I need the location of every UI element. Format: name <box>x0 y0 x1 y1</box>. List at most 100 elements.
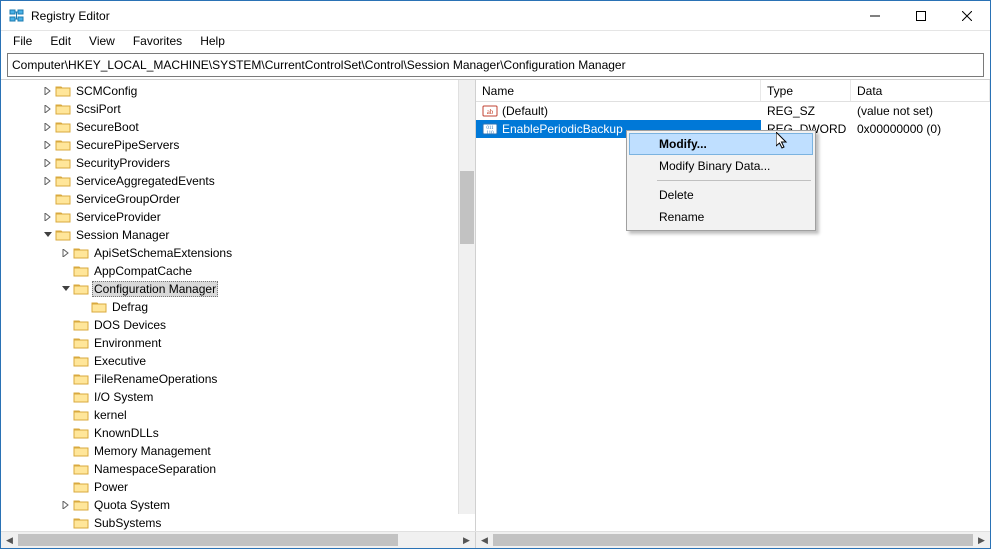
value-name: EnablePeriodicBackup <box>502 122 623 136</box>
tree-item[interactable]: ServiceProvider <box>1 208 475 226</box>
tree-item[interactable]: DOS Devices <box>1 316 475 334</box>
expand-arrow-icon[interactable] <box>41 138 55 152</box>
tree-item-label: ServiceAggregatedEvents <box>74 174 217 188</box>
tree-item-label: AppCompatCache <box>92 264 194 278</box>
folder-icon <box>73 282 89 296</box>
scroll-right-icon[interactable]: ▶ <box>973 532 990 549</box>
tree-horizontal-scrollbar[interactable]: ◀ ▶ <box>1 532 476 548</box>
minimize-button[interactable] <box>852 1 898 31</box>
folder-icon <box>73 246 89 260</box>
expand-arrow-icon[interactable] <box>41 84 55 98</box>
tree-item[interactable]: ServiceAggregatedEvents <box>1 172 475 190</box>
context-menu-item[interactable]: Rename <box>629 206 813 228</box>
column-header-type[interactable]: Type <box>761 80 851 101</box>
folder-icon <box>55 210 71 224</box>
menu-help[interactable]: Help <box>192 32 233 50</box>
folder-icon <box>73 336 89 350</box>
tree-item-label: Executive <box>92 354 148 368</box>
scroll-left-icon[interactable]: ◀ <box>1 532 18 549</box>
tree-item[interactable]: FileRenameOperations <box>1 370 475 388</box>
tree-item[interactable]: SCMConfig <box>1 82 475 100</box>
menu-favorites[interactable]: Favorites <box>125 32 190 50</box>
tree-item[interactable]: kernel <box>1 406 475 424</box>
tree-item[interactable]: NamespaceSeparation <box>1 460 475 478</box>
tree-item[interactable]: ScsiPort <box>1 100 475 118</box>
collapse-arrow-icon[interactable] <box>59 282 73 296</box>
tree-item[interactable]: Defrag <box>1 298 475 316</box>
expand-arrow-icon[interactable] <box>41 102 55 116</box>
expand-arrow-icon[interactable] <box>41 120 55 134</box>
value-name: (Default) <box>502 104 548 118</box>
folder-icon <box>73 498 89 512</box>
tree-item[interactable]: Power <box>1 478 475 496</box>
folder-icon <box>73 516 89 530</box>
tree-item-label: Power <box>92 480 130 494</box>
expand-arrow-icon[interactable] <box>41 156 55 170</box>
tree-item[interactable]: Session Manager <box>1 226 475 244</box>
scrollbar-thumb[interactable] <box>460 171 474 244</box>
expand-arrow-icon[interactable] <box>41 210 55 224</box>
scroll-left-icon[interactable]: ◀ <box>476 532 493 549</box>
tree-item[interactable]: Configuration Manager <box>1 280 475 298</box>
tree-item[interactable]: ServiceGroupOrder <box>1 190 475 208</box>
tree-item[interactable]: KnownDLLs <box>1 424 475 442</box>
expand-arrow-icon[interactable] <box>41 174 55 188</box>
tree-item[interactable]: SecurePipeServers <box>1 136 475 154</box>
folder-icon <box>55 192 71 206</box>
folder-icon <box>73 426 89 440</box>
tree-item[interactable]: Executive <box>1 352 475 370</box>
menu-edit[interactable]: Edit <box>42 32 79 50</box>
maximize-button[interactable] <box>898 1 944 31</box>
tree-item-label: DOS Devices <box>92 318 168 332</box>
registry-editor-window: Registry Editor File Edit View Favorites… <box>0 0 991 549</box>
tree-item-label: I/O System <box>92 390 155 404</box>
close-button[interactable] <box>944 1 990 31</box>
menu-view[interactable]: View <box>81 32 123 50</box>
svg-text:110: 110 <box>486 131 494 136</box>
tree-item[interactable]: SubSystems <box>1 514 475 531</box>
scroll-right-icon[interactable]: ▶ <box>458 532 475 549</box>
tree-item[interactable]: SecureBoot <box>1 118 475 136</box>
tree-item[interactable]: Memory Management <box>1 442 475 460</box>
tree-item-label: SubSystems <box>92 516 163 530</box>
tree-item[interactable]: Environment <box>1 334 475 352</box>
value-row[interactable]: ab(Default)REG_SZ(value not set) <box>476 102 990 120</box>
folder-icon <box>73 372 89 386</box>
tree-item-label: FileRenameOperations <box>92 372 219 386</box>
tree-item[interactable]: ApiSetSchemaExtensions <box>1 244 475 262</box>
tree-item[interactable]: I/O System <box>1 388 475 406</box>
context-menu-item[interactable]: Modify Binary Data... <box>629 155 813 177</box>
expand-arrow-icon[interactable] <box>59 498 73 512</box>
binary-value-icon: 011110 <box>482 121 498 137</box>
value-data: 0x00000000 (0) <box>851 120 990 138</box>
folder-icon <box>55 228 71 242</box>
value-name-cell: ab(Default) <box>476 102 761 120</box>
tree-scroll[interactable]: SCMConfigScsiPortSecureBootSecurePipeSer… <box>1 80 475 531</box>
menubar: File Edit View Favorites Help <box>1 31 990 51</box>
tree-vertical-scrollbar[interactable] <box>458 80 475 514</box>
tree-item[interactable]: SecurityProviders <box>1 154 475 172</box>
tree-item-label: ServiceGroupOrder <box>74 192 182 206</box>
column-header-data[interactable]: Data <box>851 80 990 101</box>
expand-arrow-icon[interactable] <box>59 246 73 260</box>
folder-icon <box>91 300 107 314</box>
tree-item-label: Defrag <box>110 300 150 314</box>
folder-icon <box>73 444 89 458</box>
context-menu-item[interactable]: Modify... <box>629 133 813 155</box>
tree-item-label: kernel <box>92 408 129 422</box>
tree-item[interactable]: Quota System <box>1 496 475 514</box>
menu-file[interactable]: File <box>5 32 40 50</box>
horizontal-scrollbars: ◀ ▶ ◀ ▶ <box>1 531 990 548</box>
values-horizontal-scrollbar[interactable]: ◀ ▶ <box>476 532 990 548</box>
collapse-arrow-icon[interactable] <box>41 228 55 242</box>
scrollbar-thumb[interactable] <box>493 534 973 546</box>
context-menu-item[interactable]: Delete <box>629 184 813 206</box>
value-data: (value not set) <box>851 102 990 120</box>
context-menu: Modify...Modify Binary Data... DeleteRena… <box>626 130 816 231</box>
tree-item[interactable]: AppCompatCache <box>1 262 475 280</box>
column-header-name[interactable]: Name <box>476 80 761 101</box>
menu-separator <box>657 180 811 181</box>
tree-item-label: KnownDLLs <box>92 426 161 440</box>
scrollbar-thumb[interactable] <box>18 534 398 546</box>
address-bar[interactable]: Computer\HKEY_LOCAL_MACHINE\SYSTEM\Curre… <box>7 53 984 77</box>
